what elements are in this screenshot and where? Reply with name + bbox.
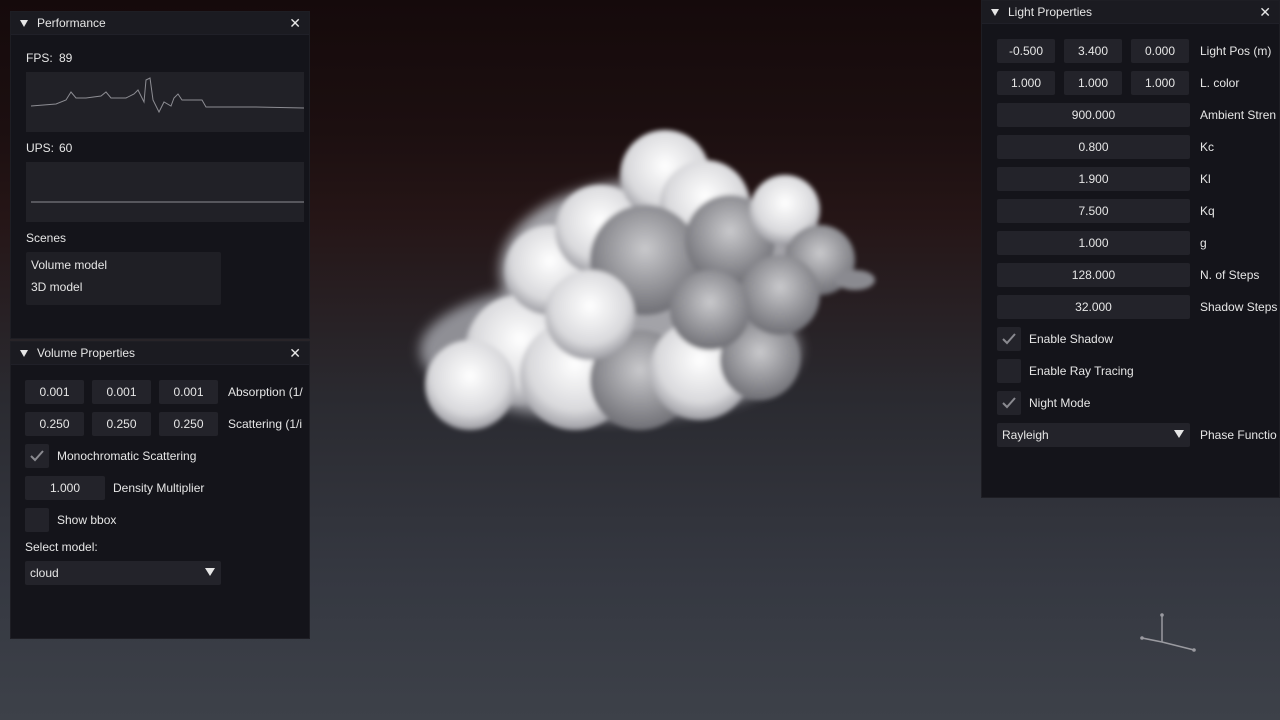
select-model-label: Select model: bbox=[25, 540, 98, 554]
fps-plot-line bbox=[30, 77, 305, 114]
fps-plot bbox=[26, 72, 305, 132]
phase-function-value: Rayleigh bbox=[1002, 428, 1049, 442]
ups-plot-line bbox=[31, 201, 304, 203]
density-multiplier-label: Density Multiplier bbox=[113, 481, 205, 495]
scene-item-volume-model[interactable]: Volume model bbox=[31, 258, 107, 272]
performance-panel[interactable]: Performance ✕ FPS: 89 UPS: 60 Scenes Vol… bbox=[10, 11, 310, 339]
kq-field[interactable]: 7.500 bbox=[997, 199, 1190, 223]
dropdown-arrow-icon[interactable] bbox=[1174, 430, 1184, 438]
enable-ray-tracing-label: Enable Ray Tracing bbox=[1029, 364, 1134, 378]
light-color-g-field[interactable]: 1.000 bbox=[1064, 71, 1122, 95]
night-mode-checkbox[interactable] bbox=[997, 391, 1021, 415]
cloud-render bbox=[420, 130, 875, 430]
show-bbox-label: Show bbox bbox=[57, 513, 117, 527]
kq-label: Kq bbox=[1200, 204, 1215, 218]
dropdown-arrow-icon[interactable] bbox=[205, 568, 215, 576]
absorption-r-field[interactable]: 0.001 bbox=[25, 380, 84, 404]
ambient-strength-field[interactable]: 900.000 bbox=[997, 103, 1190, 127]
ups-plot bbox=[26, 162, 304, 222]
ambient-strength-label: Ambient Stren bbox=[1200, 108, 1277, 122]
model-select[interactable]: cloud bbox=[25, 561, 221, 585]
absorption-g-field[interactable]: 0.001 bbox=[92, 380, 151, 404]
g-field[interactable]: 1.000 bbox=[997, 231, 1190, 255]
light-pos-x-field[interactable]: -0.500 bbox=[997, 39, 1055, 63]
kl-field[interactable]: 1.900 bbox=[997, 167, 1190, 191]
monochromatic-label: Monochromatic Scattering bbox=[57, 449, 197, 463]
light-color-label: L. color bbox=[1200, 76, 1240, 90]
panel-title: Performance bbox=[37, 16, 106, 30]
density-multiplier-field[interactable]: 1.000 bbox=[25, 476, 105, 500]
scattering-r-field[interactable]: 0.250 bbox=[25, 412, 84, 436]
g-label: g bbox=[1200, 236, 1207, 250]
kc-label: Kc bbox=[1200, 140, 1215, 154]
absorption-label: Absorption (1/ bbox=[228, 385, 303, 399]
num-steps-label: N. of Steps bbox=[1200, 268, 1260, 282]
light-color-b-field[interactable]: 1.000 bbox=[1131, 71, 1189, 95]
fps-label: FPS: bbox=[26, 51, 53, 65]
scene-item-3d-model[interactable]: 3D model bbox=[31, 280, 82, 294]
light-pos-label: Light Pos (m) bbox=[1200, 44, 1272, 58]
kc-field[interactable]: 0.800 bbox=[997, 135, 1190, 159]
close-icon[interactable]: ✕ bbox=[1259, 4, 1271, 20]
collapse-triangle-icon[interactable] bbox=[991, 8, 999, 16]
panel-title: Light Properties bbox=[1008, 5, 1093, 19]
volume-properties-panel[interactable]: Volume Properties ✕ 0.001 0.001 0.001 Ab… bbox=[10, 341, 310, 639]
light-properties-header[interactable]: Light Properties ✕ bbox=[982, 1, 1279, 24]
panel-title: Volume Properties bbox=[37, 346, 136, 360]
enable-ray-tracing-checkbox[interactable] bbox=[997, 359, 1021, 383]
scattering-label: Scattering (1/i bbox=[228, 417, 303, 431]
scenes-label: Scenes bbox=[26, 231, 67, 245]
light-color-r-field[interactable]: 1.000 bbox=[997, 71, 1055, 95]
collapse-triangle-icon[interactable] bbox=[20, 19, 28, 27]
shadow-steps-field[interactable]: 32.000 bbox=[997, 295, 1190, 319]
shadow-steps-label: Shadow Steps bbox=[1200, 300, 1278, 314]
close-icon[interactable]: ✕ bbox=[289, 15, 301, 31]
kl-label: Kl bbox=[1200, 172, 1211, 186]
light-pos-z-field[interactable]: 0.000 bbox=[1131, 39, 1189, 63]
light-properties-panel[interactable]: Light Properties ✕ -0.500 3.400 0.000 Li… bbox=[981, 0, 1280, 498]
scenes-listbox[interactable]: Volume model 3D model bbox=[26, 252, 221, 305]
collapse-triangle-icon[interactable] bbox=[20, 349, 28, 357]
fps-value: 89 bbox=[59, 51, 73, 65]
num-steps-field[interactable]: 128.000 bbox=[997, 263, 1190, 287]
performance-header[interactable]: Performance ✕ bbox=[11, 12, 309, 35]
light-pos-y-field[interactable]: 3.400 bbox=[1064, 39, 1122, 63]
scattering-g-field[interactable]: 0.250 bbox=[92, 412, 151, 436]
enable-shadow-checkbox[interactable] bbox=[997, 327, 1021, 351]
model-select-value: cloud bbox=[30, 566, 59, 580]
night-mode-label: Night Mode bbox=[1029, 396, 1091, 410]
phase-function-label: Phase Functio bbox=[1200, 428, 1277, 442]
ups-label: UPS: bbox=[26, 141, 55, 155]
checkmark-icon bbox=[30, 450, 44, 462]
show-bbox-checkbox[interactable] bbox=[25, 508, 49, 532]
scattering-b-field[interactable]: 0.250 bbox=[159, 412, 218, 436]
absorption-b-field[interactable]: 0.001 bbox=[159, 380, 218, 404]
ups-value: 60 bbox=[59, 141, 73, 155]
monochromatic-checkbox[interactable] bbox=[25, 444, 49, 468]
volume-properties-header[interactable]: Volume Properties ✕ bbox=[11, 342, 309, 365]
phase-function-select[interactable]: Rayleigh bbox=[997, 423, 1190, 447]
checkmark-icon bbox=[1002, 333, 1016, 345]
checkmark-icon bbox=[1002, 397, 1016, 409]
close-icon[interactable]: ✕ bbox=[289, 345, 301, 361]
axis-gizmo-icon bbox=[1140, 613, 1196, 652]
enable-shadow-label: Enable Shadow bbox=[1029, 332, 1114, 346]
